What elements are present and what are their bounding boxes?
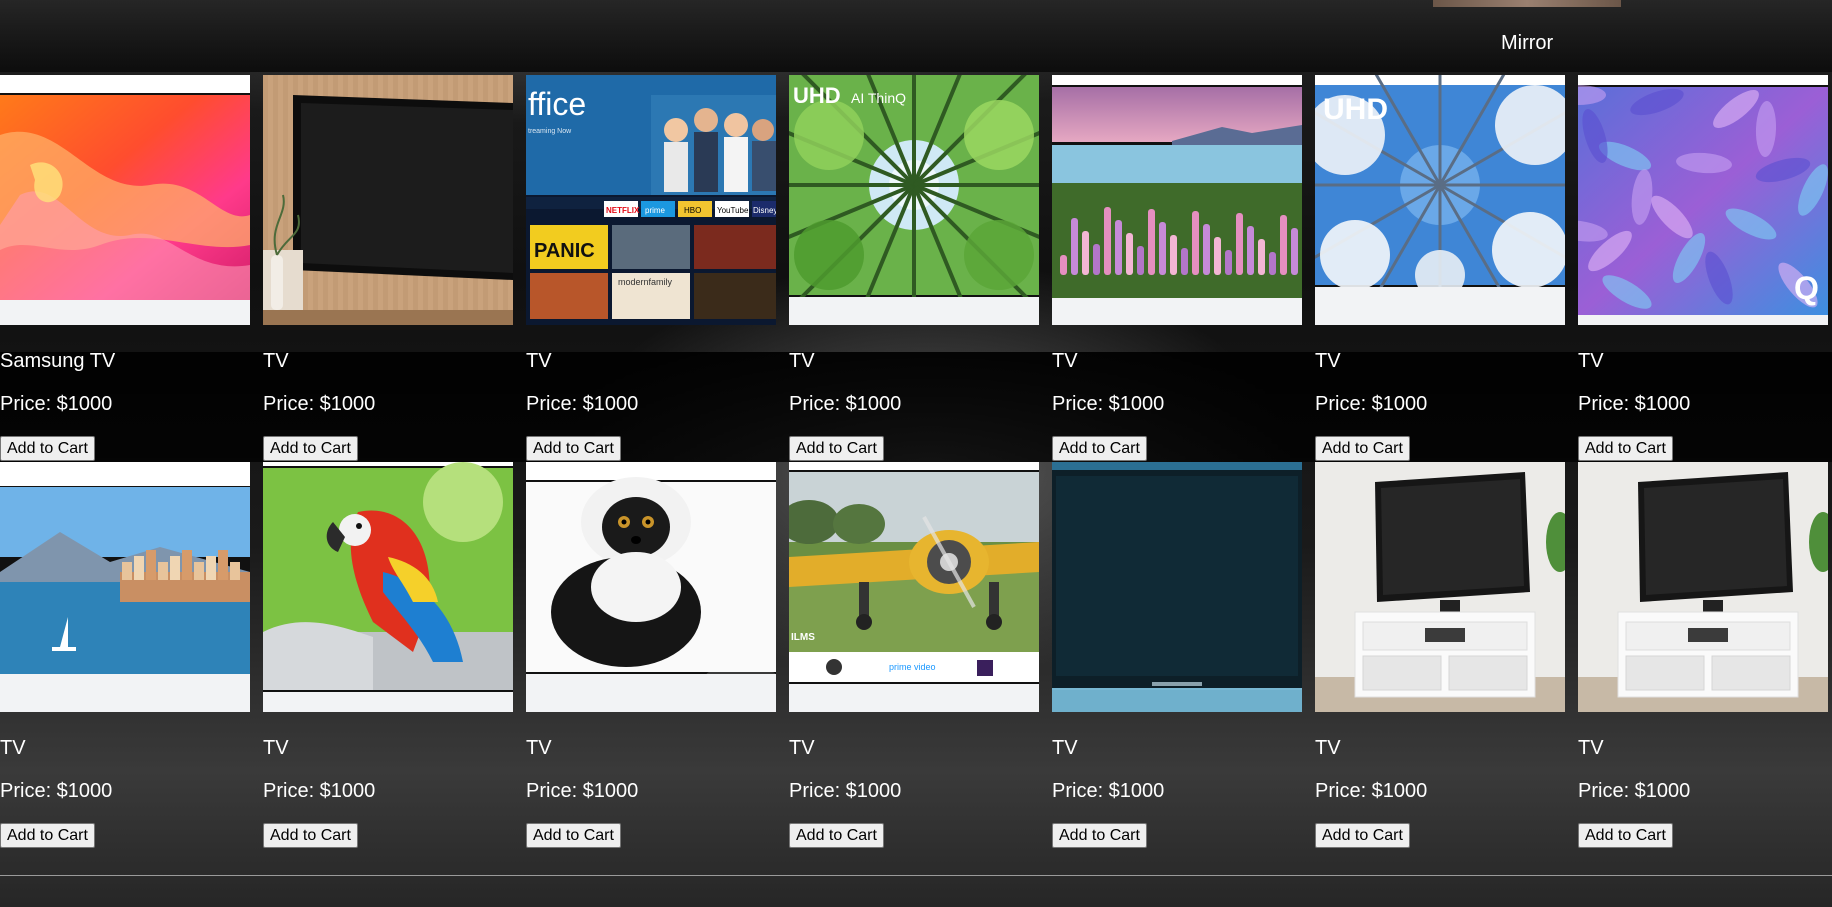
product-image[interactable] (263, 75, 513, 325)
product-price: Price: $1000 (263, 393, 376, 415)
product-price: Price: $1000 (526, 393, 639, 415)
footer-divider (0, 875, 1832, 876)
product-price: Price: $1000 (263, 780, 376, 802)
show-title-text: ffice (528, 86, 586, 122)
product-image[interactable] (1052, 75, 1302, 325)
product-price: Price: $1000 (1052, 393, 1165, 415)
product-title: TV (263, 737, 289, 759)
add-to-cart-button[interactable]: Add to Cart (1052, 436, 1147, 461)
svg-text:UHD: UHD (793, 83, 841, 108)
add-to-cart-button[interactable]: Add to Cart (789, 436, 884, 461)
product-price: Price: $1000 (526, 780, 639, 802)
product-image[interactable]: ffice treaming Now NETFLIX prime HBO You… (526, 75, 776, 325)
product-title: TV (1315, 350, 1341, 372)
svg-text:ILMS: ILMS (791, 632, 815, 643)
top-band (0, 0, 1832, 72)
product-image[interactable] (1315, 462, 1565, 712)
product-title: TV (1578, 737, 1604, 759)
svg-text:Disney: Disney (753, 206, 776, 215)
product-price: Price: $1000 (789, 393, 902, 415)
product-title: TV (789, 350, 815, 372)
product-image[interactable] (0, 462, 250, 712)
add-to-cart-button[interactable]: Add to Cart (263, 823, 358, 848)
product-title: TV (1052, 350, 1078, 372)
product-image[interactable] (0, 75, 250, 325)
product-title: TV (1052, 737, 1078, 759)
svg-text:prime: prime (645, 206, 666, 215)
product-price: Price: $1000 (1052, 780, 1165, 802)
add-to-cart-button[interactable]: Add to Cart (1578, 436, 1673, 461)
product-title: TV (789, 737, 815, 759)
svg-text:modernfamily: modernfamily (618, 277, 673, 287)
product-title: TV (263, 350, 289, 372)
add-to-cart-button[interactable]: Add to Cart (263, 436, 358, 461)
product-image[interactable] (263, 462, 513, 712)
svg-text:prime video: prime video (889, 662, 936, 672)
product-image[interactable]: UHD (1315, 75, 1565, 325)
svg-text:HBO: HBO (684, 206, 701, 215)
product-title: TV (1578, 350, 1604, 372)
product-image[interactable]: UHD AI ThinQ (789, 75, 1039, 325)
product-title: TV (0, 737, 26, 759)
svg-text:NETFLIX: NETFLIX (606, 206, 640, 215)
svg-text:PANIC: PANIC (534, 240, 595, 262)
add-to-cart-button[interactable]: Add to Cart (526, 823, 621, 848)
svg-text:AI ThinQ: AI ThinQ (851, 90, 906, 106)
product-price: Price: $1000 (1578, 780, 1691, 802)
product-title: TV (1315, 737, 1341, 759)
product-image[interactable] (1578, 462, 1828, 712)
svg-text:Q: Q (1794, 270, 1819, 306)
svg-text:UHD: UHD (1323, 93, 1388, 126)
product-image[interactable] (526, 462, 776, 712)
product-image[interactable]: Q (1578, 75, 1828, 325)
add-to-cart-button[interactable]: Add to Cart (1052, 823, 1147, 848)
add-to-cart-button[interactable]: Add to Cart (1578, 823, 1673, 848)
add-to-cart-button[interactable]: Add to Cart (0, 823, 95, 848)
product-price: Price: $1000 (1578, 393, 1691, 415)
product-image[interactable] (1052, 462, 1302, 712)
add-to-cart-button[interactable]: Add to Cart (789, 823, 884, 848)
add-to-cart-button[interactable]: Add to Cart (1315, 823, 1410, 848)
product-price: Price: $1000 (789, 780, 902, 802)
product-title: TV (526, 737, 552, 759)
add-to-cart-button[interactable]: Add to Cart (1315, 436, 1410, 461)
product-price: Price: $1000 (0, 780, 113, 802)
svg-text:treaming Now: treaming Now (528, 128, 572, 135)
product-price: Price: $1000 (1315, 780, 1428, 802)
product-title: TV (526, 350, 552, 372)
add-to-cart-button[interactable]: Add to Cart (526, 436, 621, 461)
product-price: Price: $1000 (1315, 393, 1428, 415)
product-price: Price: $1000 (0, 393, 113, 415)
add-to-cart-button[interactable]: Add to Cart (0, 436, 95, 461)
product-title: Samsung TV (0, 350, 116, 372)
mirror-product-image[interactable] (1433, 0, 1621, 7)
mirror-product-title: Mirror (1501, 32, 1554, 54)
svg-text:YouTube: YouTube (717, 206, 749, 215)
product-image[interactable]: ILMS prime video (789, 462, 1039, 712)
